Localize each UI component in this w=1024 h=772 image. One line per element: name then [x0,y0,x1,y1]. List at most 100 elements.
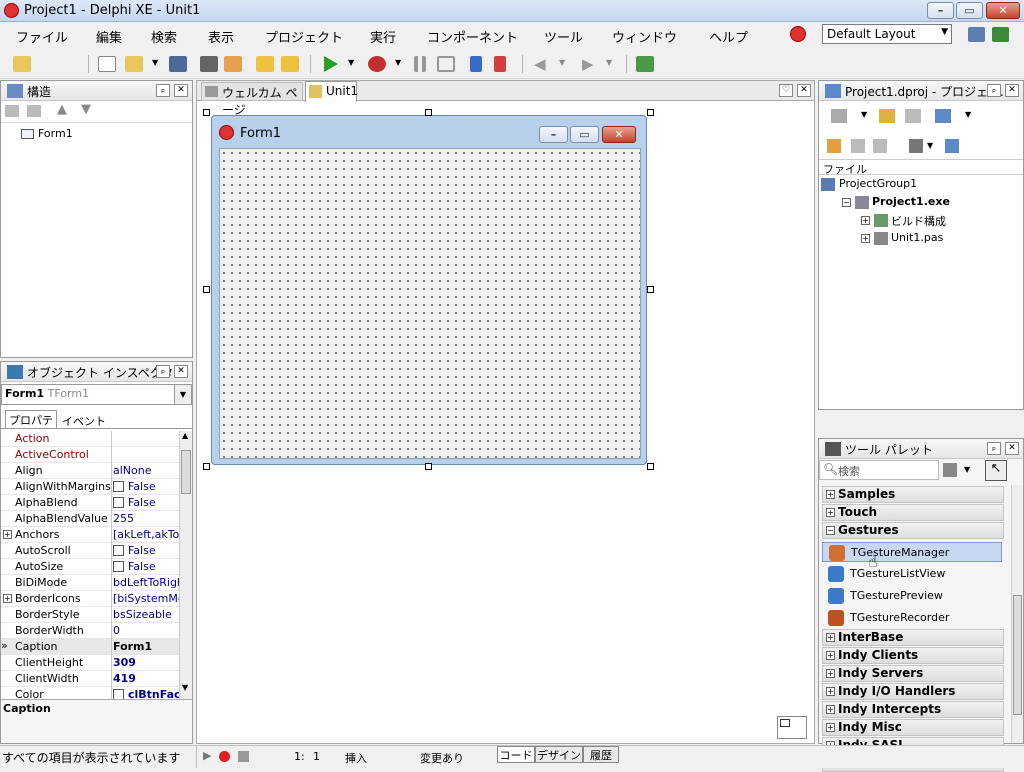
property-value[interactable]: clBtnFac [113,688,179,699]
palette-component[interactable]: TGestureListView [822,564,1002,584]
property-row[interactable]: AlignWithMargins False [1,479,179,495]
checkbox[interactable] [113,497,124,508]
close-icon[interactable]: ✕ [174,84,188,97]
property-row[interactable]: +BorderIcons [biSystemMen [1,591,179,607]
help-book-icon[interactable] [636,56,654,72]
project-tree-item[interactable]: ProjectGroup1 [821,177,917,193]
property-row[interactable]: AlphaBlendValue 255 [1,511,179,527]
tab-history[interactable]: 履歴 [583,746,619,763]
play-macro-icon[interactable]: ▶ [203,749,211,762]
expand-icon[interactable]: + [826,669,835,678]
new-item-icon[interactable] [98,56,116,72]
categories-icon[interactable] [943,463,957,477]
layout-select[interactable]: Default Layout ▼ [822,24,952,44]
build-icon[interactable] [945,139,959,153]
expand-icon[interactable]: + [861,234,870,243]
expand-icon[interactable]: + [826,490,835,499]
tab-design[interactable]: デザイン [535,746,583,763]
property-value[interactable]: False [113,496,179,509]
property-value[interactable]: [akLeft,akTop [113,528,179,541]
up-arrow-icon[interactable]: ▲ [57,102,67,117]
palette-scrollbar[interactable] [1011,485,1023,743]
property-row[interactable]: BiDiMode bdLeftToRigh [1,575,179,591]
pin-icon[interactable]: ₚ [987,84,1001,97]
expand-icon[interactable]: + [826,633,835,642]
chevron-down-icon[interactable]: ▼ [606,58,612,67]
chevron-down-icon[interactable]: ▼ [152,58,158,67]
expand-icon[interactable]: + [3,594,12,603]
structure-tree-item[interactable]: Form1 [21,127,73,140]
forward-arrow-icon[interactable]: ▶ [582,55,594,73]
property-value[interactable]: Form1 [113,640,179,653]
pin-icon[interactable]: ₚ [156,84,170,97]
minimize-button[interactable]: – [927,2,954,19]
close-icon[interactable]: ✕ [797,84,811,97]
checkbox[interactable] [113,561,124,572]
expand-icon[interactable]: + [861,216,870,225]
chevron-down-icon[interactable]: ▼ [964,465,970,474]
collapse-icon[interactable] [873,139,887,153]
form-minimize-button[interactable]: – [539,126,568,143]
close-icon[interactable]: ✕ [174,365,188,378]
tab-properties[interactable]: プロパティ [5,410,57,443]
open-project-folder-icon[interactable] [224,56,242,72]
collapse-icon[interactable]: − [826,526,835,535]
chevron-down-icon[interactable]: ▼ [965,110,971,119]
menu-run[interactable]: 実行 [370,27,396,46]
palette-component[interactable]: TGestureManager [822,542,1002,562]
pin-icon[interactable]: ♡ [779,84,793,97]
open-icon[interactable] [125,56,143,72]
property-row[interactable]: + Anchors [akLeft,akTop [1,527,179,543]
palette-category[interactable]: + Indy Misc [822,719,1004,736]
pin-icon[interactable]: ₚ [987,442,1001,455]
checkbox[interactable] [113,545,124,556]
chevron-down-icon[interactable]: ▼ [861,110,867,119]
palette-search-input[interactable]: 🔍︎ 検索 [819,460,939,480]
property-value[interactable]: alNone [113,464,179,477]
checkbox[interactable] [113,481,124,492]
menu-window[interactable]: ウィンドウ [612,27,677,46]
property-value[interactable]: 0 [113,624,179,637]
property-row[interactable]: Action [1,431,179,447]
expand-icon[interactable]: + [3,530,12,539]
expand-icon[interactable]: + [826,508,835,517]
chevron-down-icon[interactable]: ▼ [395,58,401,67]
property-value[interactable]: 309 [113,656,179,669]
property-row[interactable]: Align alNone [1,463,179,479]
property-row[interactable]: AutoScroll False [1,543,179,559]
folder-icon[interactable] [5,105,19,117]
run-without-debug-icon[interactable] [368,56,386,72]
open-project-icon[interactable] [13,56,31,72]
menu-tools[interactable]: ツール [544,27,583,46]
menu-search[interactable]: 検索 [151,27,177,46]
close-icon[interactable]: ✕ [1005,84,1019,97]
run-icon[interactable] [324,56,338,72]
remove-from-project-icon[interactable] [281,56,299,72]
form-maximize-button[interactable]: ▭ [570,126,599,143]
property-row[interactable]: ActiveControl [1,447,179,463]
form-position-preview[interactable] [777,716,807,739]
checkbox[interactable] [113,689,124,699]
form-close-button[interactable]: ✕ [602,126,636,143]
menu-help[interactable]: ヘルプ [709,27,748,46]
step-over-icon[interactable] [494,56,506,72]
property-row[interactable]: BorderStyle bsSizeable [1,607,179,623]
expand-icon[interactable]: + [826,651,835,660]
close-icon[interactable]: ✕ [1005,442,1019,455]
property-value[interactable]: False [113,560,179,573]
expand-icon[interactable] [851,139,865,153]
property-row[interactable]: ClientHeight 309 [1,655,179,671]
form-design-grid[interactable] [219,148,641,459]
project-tree-item[interactable]: + ビルド構成 [859,213,946,229]
maximize-button[interactable]: ▭ [956,2,983,19]
record-macro-icon[interactable] [219,751,230,762]
folder-icon[interactable] [27,105,41,117]
scroll-up-icon[interactable]: ▲ [182,431,188,440]
palette-category[interactable]: + Indy Servers [822,665,1004,682]
palette-category[interactable]: + Indy I/O Handlers [822,683,1004,700]
remove-icon[interactable] [905,109,921,123]
sync-icon[interactable] [827,139,841,153]
scrollbar-thumb[interactable] [181,450,191,494]
add-icon[interactable] [879,109,895,123]
palette-category[interactable]: + Samples [822,486,1004,503]
